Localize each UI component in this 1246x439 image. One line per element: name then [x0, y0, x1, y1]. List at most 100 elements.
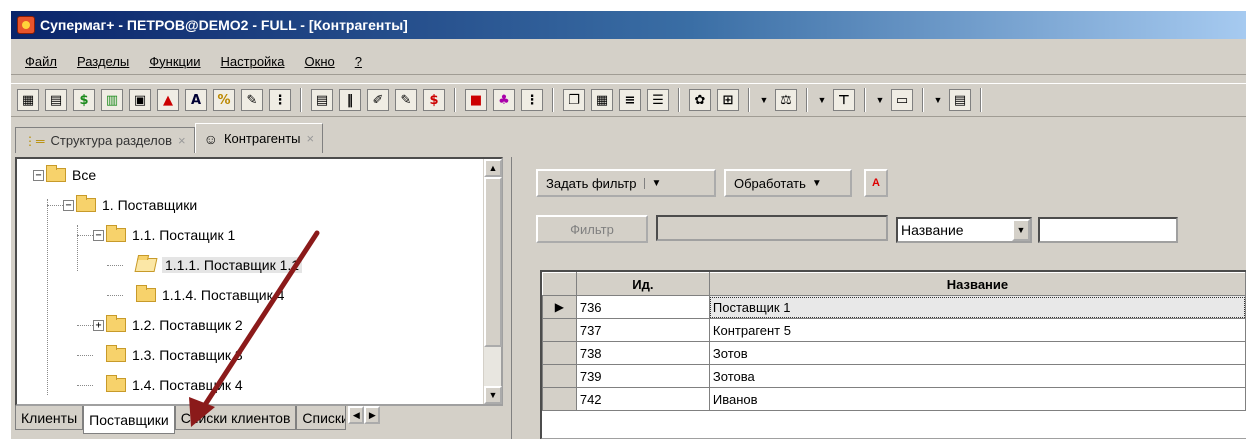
table-row[interactable]: ▶ 736 Поставщик 1	[542, 295, 1246, 319]
cell-id[interactable]: 736	[575, 295, 710, 319]
truck-icon[interactable]: ■	[465, 89, 487, 111]
tree-icon[interactable]: ⋮	[521, 89, 543, 111]
percent-icon[interactable]: %	[213, 89, 235, 111]
scales-icon[interactable]: ⚖	[775, 89, 797, 111]
money-icon[interactable]: $	[73, 89, 95, 111]
cell-name[interactable]: Контрагент 5	[708, 318, 1246, 342]
tree-node[interactable]: 1.4. Поставщик 4	[93, 375, 243, 395]
cell-id[interactable]: 739	[575, 364, 710, 388]
people-icon[interactable]: ♣	[493, 89, 515, 111]
a-icon[interactable]: A	[185, 89, 207, 111]
tree-node[interactable]: − 1. Поставщики	[63, 195, 197, 215]
btab-suppliers[interactable]: Поставщики	[83, 406, 175, 434]
network-icon[interactable]: ⊞	[717, 89, 739, 111]
bars-icon[interactable]: ≡	[619, 89, 641, 111]
chevron-down-icon[interactable]: ▼	[759, 95, 769, 105]
scroll-up-icon[interactable]: ▲	[484, 159, 502, 177]
list-icon[interactable]: ☰	[647, 89, 669, 111]
tree-panel[interactable]: ▲ ▼ − Все − 1. Поставщики − 1.1. Постащик 1 1.…	[15, 157, 503, 406]
collapse-icon[interactable]: −	[33, 169, 44, 181]
cell-name[interactable]: Зотова	[708, 364, 1246, 388]
table-row[interactable]: 739 Зотова	[542, 364, 1246, 388]
scroll-thumb[interactable]	[484, 177, 502, 347]
btab-lists[interactable]: Списки	[296, 406, 347, 430]
edit-icon[interactable]: ✎	[395, 89, 417, 111]
chevron-down-icon[interactable]: ▼	[875, 95, 885, 105]
filter-expression-field[interactable]	[656, 215, 888, 241]
extra-icon[interactable]: ▤	[949, 89, 971, 111]
row-indicator[interactable]	[542, 387, 577, 411]
menu-item-0[interactable]: Файл	[25, 54, 57, 69]
row-indicator[interactable]: ▶	[542, 295, 577, 319]
tree-node[interactable]: 1.1.4. Поставщик 4	[123, 285, 284, 305]
column-name[interactable]: Название	[708, 272, 1246, 296]
structure-icon[interactable]: ⋮	[269, 89, 291, 111]
pencil-icon[interactable]: ✐	[367, 89, 389, 111]
dollar-icon[interactable]: $	[423, 89, 445, 111]
table-row[interactable]: 738 Зотов	[542, 341, 1246, 365]
table-icon[interactable]: ▥	[101, 89, 123, 111]
row-indicator[interactable]	[542, 364, 577, 388]
close-icon[interactable]: ×	[307, 131, 315, 146]
tab-structure[interactable]: ⋮═ Структура разделов ×	[15, 127, 195, 153]
row-indicator[interactable]	[542, 318, 577, 342]
menu-item-1[interactable]: Разделы	[77, 54, 129, 69]
scroll-right-icon[interactable]: ▶	[364, 406, 381, 424]
menu-item-2[interactable]: Функции	[149, 54, 200, 69]
chevron-down-icon[interactable]: ▼	[1012, 219, 1030, 241]
filter-button[interactable]: Фильтр	[536, 215, 648, 243]
tab-contragents[interactable]: ☺ Контрагенты ×	[194, 123, 324, 153]
book-icon[interactable]: ▤	[311, 89, 333, 111]
cell-name[interactable]: Поставщик 1	[708, 295, 1246, 319]
cell-id[interactable]: 737	[575, 318, 710, 342]
chevron-down-icon[interactable]: ▼	[644, 177, 661, 189]
row-indicator[interactable]	[542, 341, 577, 365]
field-select[interactable]: Название ▼	[896, 217, 1032, 243]
tree-node[interactable]: +1.2. Поставщик 2	[93, 315, 243, 335]
collapse-icon[interactable]: −	[93, 229, 104, 241]
collapse-icon[interactable]: −	[63, 199, 74, 211]
table-row[interactable]: 742 Иванов	[542, 387, 1246, 411]
warning-icon[interactable]: ▲	[157, 89, 179, 111]
chevron-down-icon[interactable]: ▼	[817, 95, 827, 105]
a-button[interactable]: A	[864, 169, 888, 197]
cell-id[interactable]: 738	[575, 341, 710, 365]
chevron-down-icon[interactable]: ▼	[933, 95, 943, 105]
copy-icon[interactable]: ❐	[563, 89, 585, 111]
search-input[interactable]	[1038, 217, 1178, 243]
sheet-icon[interactable]: ▣	[129, 89, 151, 111]
barcode-icon[interactable]: ‖	[339, 89, 361, 111]
tree-node[interactable]: 1.3. Поставщик 3	[93, 345, 243, 365]
tree-node[interactable]: − Все	[33, 165, 96, 185]
chart-icon[interactable]: ▤	[45, 89, 67, 111]
table-row[interactable]: 737 Контрагент 5	[542, 318, 1246, 342]
menu-item-5[interactable]: ?	[355, 54, 362, 69]
tree-node[interactable]: − 1.1. Постащик 1	[93, 225, 235, 245]
scroll-down-icon[interactable]: ▼	[484, 386, 502, 404]
set-filter-button[interactable]: Задать фильтр ▼	[536, 169, 716, 197]
cell-name[interactable]: Иванов	[708, 387, 1246, 411]
close-icon[interactable]: ×	[178, 133, 186, 148]
toolbar-separator	[552, 88, 554, 112]
hierarchy-icon[interactable]: ⊤	[833, 89, 855, 111]
card-icon[interactable]: ▭	[891, 89, 913, 111]
cell-name[interactable]: Зотов	[708, 341, 1246, 365]
menu-item-3[interactable]: Настройка	[221, 54, 285, 69]
scroll-left-icon[interactable]: ◀	[348, 406, 365, 424]
cell-id[interactable]: 742	[575, 387, 710, 411]
btab-clients[interactable]: Клиенты	[15, 406, 84, 430]
expand-icon[interactable]: +	[93, 319, 104, 331]
contragents-grid[interactable]: Ид. Название ▶ 736 Поставщик 1 737 Контраген…	[540, 270, 1246, 439]
btab-client-lists[interactable]: Списки клиентов	[174, 406, 297, 430]
brush-icon[interactable]: ✎	[241, 89, 263, 111]
process-button[interactable]: Обработать ▼	[724, 169, 852, 197]
settings-icon[interactable]: ✿	[689, 89, 711, 111]
tree-line	[47, 199, 48, 395]
tree-scrollbar[interactable]: ▲ ▼	[483, 159, 502, 404]
calendar-icon[interactable]: ▦	[591, 89, 613, 111]
tree-node-label: 1. Поставщики	[102, 197, 198, 213]
column-id[interactable]: Ид.	[575, 272, 710, 296]
menu-item-4[interactable]: Окно	[305, 54, 335, 69]
report-icon[interactable]: ▦	[17, 89, 39, 111]
tree-node[interactable]: 1.1.1. Поставщик 1.1	[123, 255, 303, 275]
